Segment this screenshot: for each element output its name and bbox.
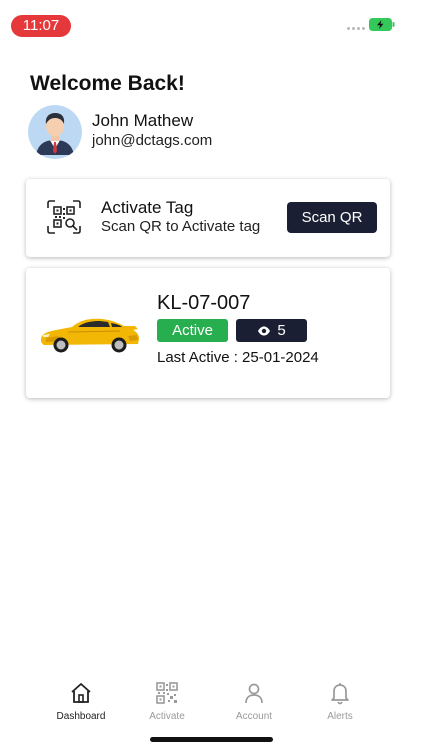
views-count: 5 bbox=[277, 322, 286, 339]
welcome-heading: Welcome Back! bbox=[30, 72, 185, 95]
qr-scan-icon bbox=[47, 200, 81, 234]
user-name: John Mathew bbox=[92, 111, 194, 130]
tab-alerts[interactable]: Alerts bbox=[300, 675, 380, 722]
vehicle-plate: KL-07-007 bbox=[157, 292, 251, 314]
vehicle-card[interactable]: KL-07-007 Active 5 Last Active : 25-01-2… bbox=[26, 268, 390, 398]
activate-tag-subtitle: Scan QR to Activate tag bbox=[101, 218, 261, 235]
home-indicator bbox=[150, 737, 273, 742]
views-badge: 5 bbox=[236, 319, 307, 342]
bell-icon bbox=[331, 683, 349, 705]
user-icon bbox=[245, 683, 263, 704]
car-image bbox=[41, 318, 139, 353]
user-email: john@dctags.com bbox=[92, 132, 213, 149]
activate-tag-card[interactable]: Activate Tag Scan QR to Activate tag Sca… bbox=[26, 179, 390, 257]
tab-dashboard-label: Dashboard bbox=[56, 711, 106, 722]
tab-dashboard[interactable]: Dashboard bbox=[41, 675, 121, 722]
home-icon bbox=[71, 683, 91, 703]
eye-icon bbox=[258, 326, 271, 335]
status-bar: 11:07 bbox=[0, 0, 422, 44]
qr-icon bbox=[156, 682, 178, 704]
battery-charging-icon bbox=[369, 18, 395, 31]
last-active-date: Last Active : 25-01-2024 bbox=[157, 349, 319, 366]
status-badge: Active bbox=[157, 319, 228, 342]
status-time: 11:07 bbox=[11, 15, 71, 37]
tab-activate-label: Activate bbox=[149, 711, 185, 722]
avatar-image bbox=[28, 105, 82, 159]
tab-activate[interactable]: Activate bbox=[127, 675, 207, 722]
signal-icon bbox=[347, 27, 365, 30]
avatar[interactable] bbox=[28, 105, 82, 159]
tab-account[interactable]: Account bbox=[214, 675, 294, 722]
tab-account-label: Account bbox=[235, 711, 273, 722]
scan-qr-button[interactable]: Scan QR bbox=[287, 202, 377, 233]
activate-tag-title: Activate Tag bbox=[101, 198, 194, 217]
tab-alerts-label: Alerts bbox=[327, 711, 353, 722]
